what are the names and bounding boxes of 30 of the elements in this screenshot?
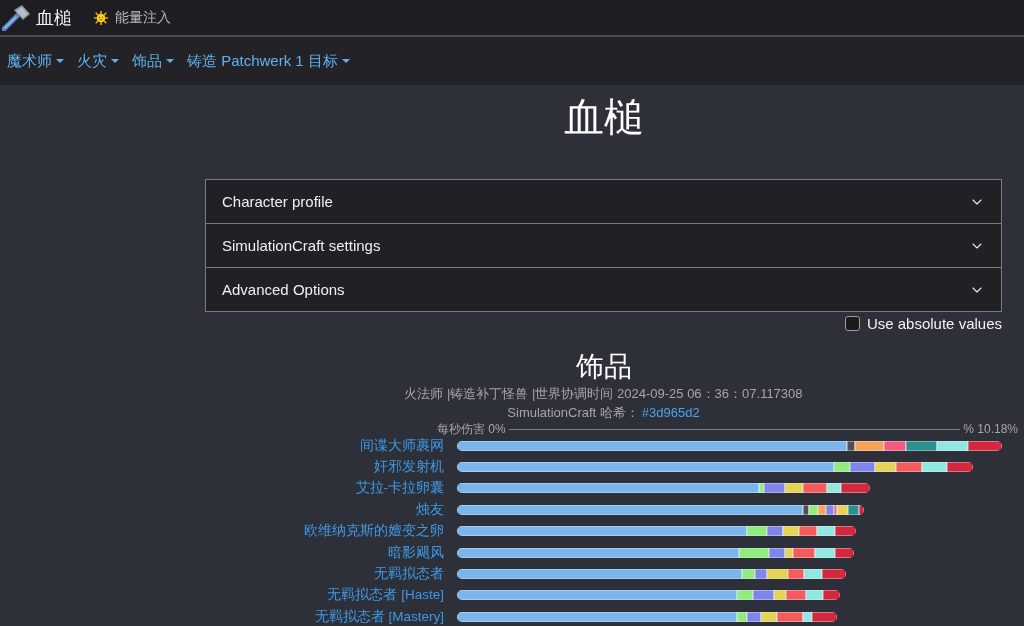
hammer-icon <box>2 4 30 31</box>
caret-icon <box>111 59 119 63</box>
chart-title: 饰品 <box>574 350 633 384</box>
brand-title: 血槌 <box>36 6 72 30</box>
trinket-link[interactable]: 暗影飓风 <box>388 544 444 561</box>
nav-dropdown[interactable]: 饰品 <box>132 51 174 71</box>
trinket-link[interactable]: 间谍大师裹网 <box>360 437 444 454</box>
caret-icon <box>341 59 350 63</box>
report-meta: 火法师 |铸造补丁怪兽 |世界协调时间 2024-09-25 06：36：07.117308 <box>403 385 804 403</box>
checkbox[interactable] <box>844 315 860 331</box>
trinket-link[interactable]: 无羁拟态者 [Haste] <box>327 587 444 604</box>
scale-end-label: % 10.18% <box>963 423 1018 435</box>
nav-dropdown[interactable]: 铸造 Patchwerk 1 目标 <box>187 51 350 71</box>
hash-label: SimulationCraft 哈希： <box>507 404 639 422</box>
scale-start-label: 每秒伤害 0% <box>437 423 506 435</box>
page-title: 血槌 <box>562 94 645 141</box>
caret-icon <box>56 59 64 63</box>
checkbox-label: Use absolute values <box>866 314 1002 332</box>
trinket-link[interactable]: 艾拉-卡拉卵囊 <box>355 480 444 497</box>
nav-dropdown[interactable]: 魔术师 <box>7 51 64 71</box>
sun-icon <box>94 10 108 25</box>
hash-link[interactable]: #3d965d2 <box>641 403 700 423</box>
trinket-link[interactable]: 奸邪发射机 <box>374 459 444 476</box>
talent-label: 能量注入 <box>115 8 171 27</box>
caret-icon <box>166 59 174 63</box>
trinket-link[interactable]: 无羁拟态者 <box>374 566 444 583</box>
nav-dropdown[interactable]: 火灾 <box>77 51 119 71</box>
trinket-link[interactable]: 无羁拟态者 [Mastery] <box>314 608 444 625</box>
trinket-link[interactable]: 欧维纳克斯的嬗变之卵 <box>304 523 444 540</box>
trinket-link[interactable]: 烛友 <box>416 501 444 518</box>
